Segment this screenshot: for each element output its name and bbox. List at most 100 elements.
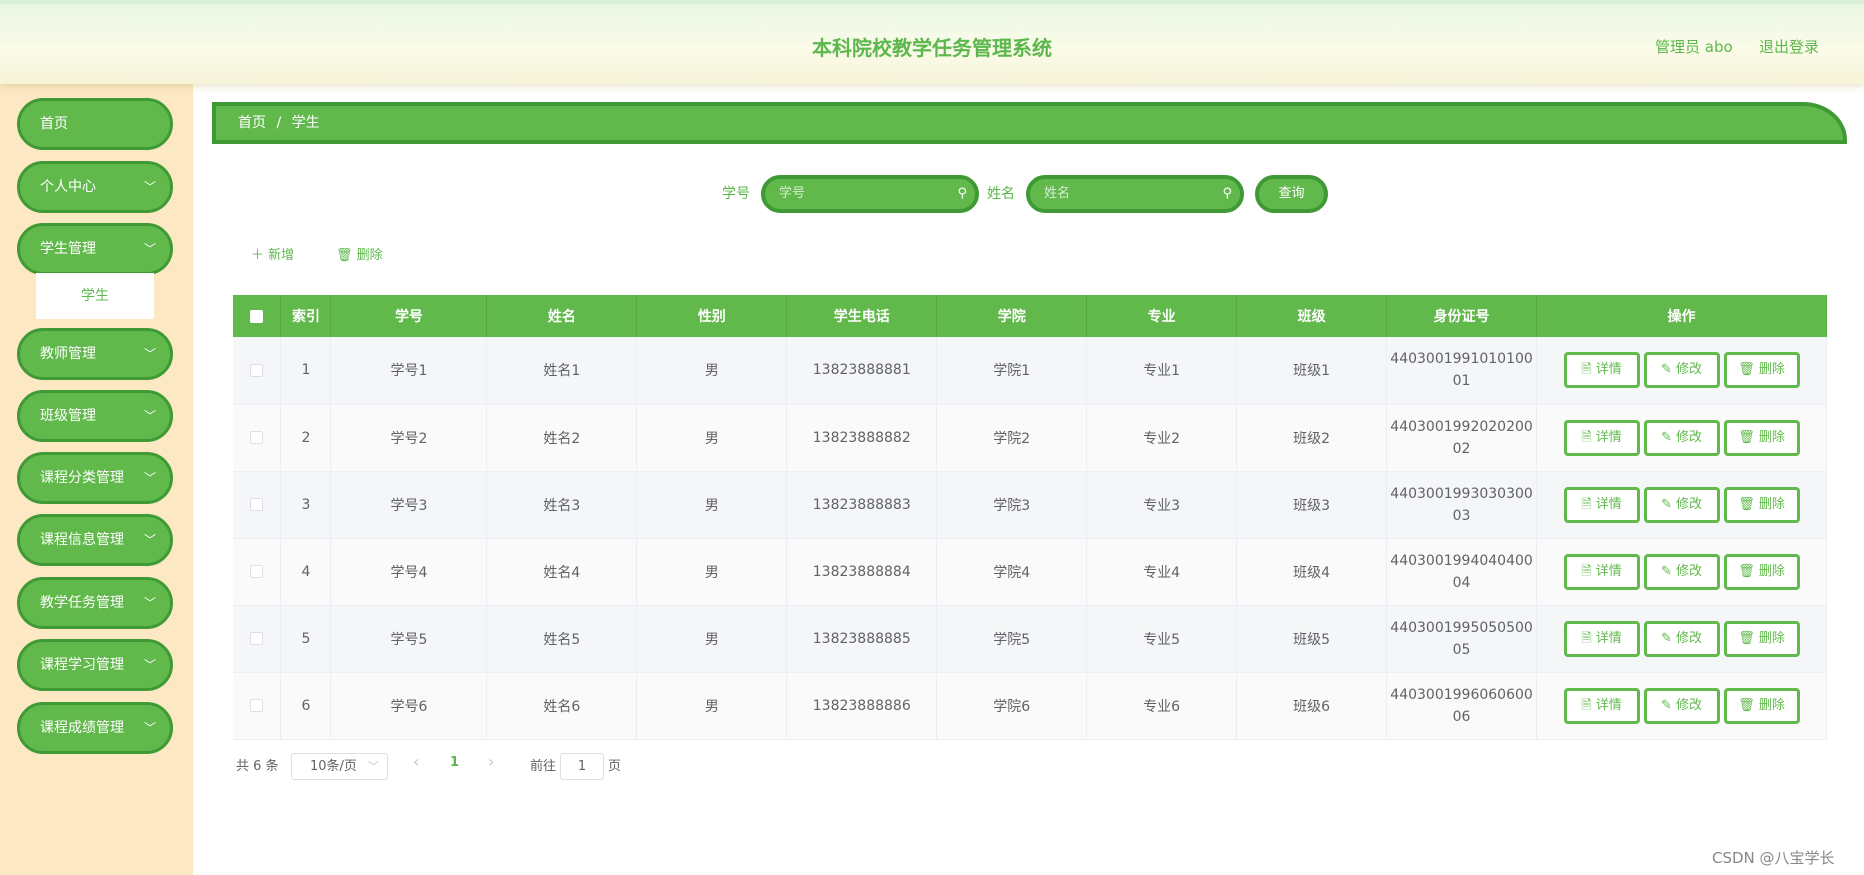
delete-button[interactable]: 🗑 删除 bbox=[1723, 687, 1800, 724]
delete-button[interactable]: 🗑 删除 bbox=[1723, 553, 1800, 590]
search-icon: ⚲ bbox=[1222, 186, 1232, 201]
next-page-button[interactable]: › bbox=[488, 752, 494, 771]
student-id-input[interactable]: 学号 ⚲ bbox=[761, 175, 979, 213]
detail-button[interactable]: 🗎 详情 bbox=[1563, 419, 1640, 456]
chevron-down-icon: ﹀ bbox=[368, 760, 379, 773]
cell-index: 2 bbox=[280, 404, 332, 472]
goto-page-input[interactable]: 1 bbox=[560, 753, 604, 780]
breadcrumb: 首页 / 学生 bbox=[212, 102, 1847, 144]
sidebar-item-label: 首页 bbox=[40, 116, 68, 132]
sidebar-item-student-management[interactable]: 学生管理 ﹀ bbox=[17, 223, 173, 275]
name-input[interactable]: 姓名 ⚲ bbox=[1026, 175, 1244, 213]
edit-button[interactable]: ✎ 修改 bbox=[1643, 687, 1720, 724]
goto-label: 前往 bbox=[530, 759, 557, 774]
prev-page-button[interactable]: ‹ bbox=[413, 752, 419, 771]
id-number-part1: 4403001996060600 bbox=[1390, 686, 1533, 703]
cell-major: 专业6 bbox=[1086, 672, 1238, 740]
row-checkbox[interactable] bbox=[250, 363, 264, 377]
sidebar-item-personal-center[interactable]: 个人中心 ﹀ bbox=[17, 161, 173, 213]
detail-button[interactable]: 🗎 详情 bbox=[1563, 486, 1640, 523]
cell-college: 学院1 bbox=[936, 337, 1088, 405]
column-header: 姓名 bbox=[486, 295, 638, 337]
column-header: 专业 bbox=[1086, 295, 1238, 337]
row-select-cell[interactable] bbox=[233, 471, 282, 539]
detail-button[interactable]: 🗎 详情 bbox=[1563, 553, 1640, 590]
chevron-down-icon: ﹀ bbox=[143, 242, 156, 256]
id-number-part1: 4403001992020200 bbox=[1390, 418, 1533, 435]
total-count: 共 6 条 bbox=[236, 759, 279, 774]
sidebar-item-course-info-management[interactable]: 课程信息管理 ﹀ bbox=[17, 514, 173, 566]
sidebar-item-home[interactable]: 首页 bbox=[17, 98, 173, 150]
select-all-cell[interactable] bbox=[233, 295, 282, 337]
row-select-cell[interactable] bbox=[233, 605, 282, 673]
sidebar-subitem-student[interactable]: 学生 bbox=[36, 273, 154, 319]
detail-button[interactable]: 🗎 详情 bbox=[1563, 352, 1640, 389]
breadcrumb-home[interactable]: 首页 bbox=[238, 115, 266, 131]
detail-button[interactable]: 🗎 详情 bbox=[1563, 620, 1640, 657]
id-number-part1: 4403001995050500 bbox=[1390, 619, 1533, 636]
cell-actions: 🗎 详情 ✎ 修改 🗑 删除 bbox=[1536, 672, 1827, 740]
sidebar-item-teacher-management[interactable]: 教师管理 ﹀ bbox=[17, 328, 173, 380]
edit-button[interactable]: ✎ 修改 bbox=[1643, 620, 1720, 657]
row-checkbox[interactable] bbox=[250, 498, 264, 511]
row-checkbox[interactable] bbox=[250, 431, 264, 444]
id-number-part2: 03 bbox=[1452, 507, 1471, 524]
cell-major: 专业2 bbox=[1086, 404, 1238, 472]
sidebar-item-course-study-management[interactable]: 课程学习管理 ﹀ bbox=[17, 639, 173, 691]
row-checkbox[interactable] bbox=[250, 565, 264, 578]
cell-phone: 13823888884 bbox=[786, 538, 938, 606]
cell-college: 学院2 bbox=[936, 404, 1088, 472]
column-header: 性别 bbox=[636, 295, 788, 337]
table-header-row: 索引 学号 姓名 性别 学生电话 学院 专业 班级 身份证号 操作 bbox=[233, 295, 1827, 337]
cell-id-number: 4403001993030300 03 bbox=[1386, 471, 1538, 539]
sidebar-item-teaching-task-management[interactable]: 教学任务管理 ﹀ bbox=[17, 577, 173, 629]
cell-class: 班级6 bbox=[1236, 672, 1388, 740]
page-size-select[interactable]: 10条/页 ﹀ bbox=[291, 753, 388, 780]
sidebar-item-label: 课程信息管理 bbox=[40, 532, 124, 548]
row-checkbox[interactable] bbox=[250, 632, 264, 645]
sidebar-item-course-grade-management[interactable]: 课程成绩管理 ﹀ bbox=[17, 702, 173, 754]
cell-id-number: 4403001995050500 05 bbox=[1386, 605, 1538, 673]
sidebar-item-label: 学生管理 bbox=[40, 241, 96, 257]
cell-index: 5 bbox=[280, 605, 332, 673]
edit-button[interactable]: ✎ 修改 bbox=[1643, 553, 1720, 590]
cell-index: 3 bbox=[280, 471, 332, 539]
chevron-down-icon: ﹀ bbox=[143, 471, 156, 485]
cell-class: 班级5 bbox=[1236, 605, 1388, 673]
delete-button[interactable]: 🗑 删除 bbox=[1723, 419, 1800, 456]
cell-actions: 🗎 详情 ✎ 修改 🗑 删除 bbox=[1536, 404, 1827, 472]
add-button[interactable]: ＋ 新增 bbox=[251, 244, 294, 263]
row-select-cell[interactable] bbox=[233, 337, 282, 405]
id-number-part2: 04 bbox=[1452, 574, 1471, 591]
sidebar-item-label: 课程学习管理 bbox=[40, 657, 124, 673]
row-select-cell[interactable] bbox=[233, 672, 282, 740]
edit-button[interactable]: ✎ 修改 bbox=[1643, 419, 1720, 456]
edit-button[interactable]: ✎ 修改 bbox=[1643, 486, 1720, 523]
delete-button[interactable]: 🗑 删除 bbox=[1723, 486, 1800, 523]
row-checkbox[interactable] bbox=[250, 699, 264, 712]
cell-college: 学院5 bbox=[936, 605, 1088, 673]
cell-index: 1 bbox=[280, 337, 332, 405]
select-all-checkbox[interactable] bbox=[250, 309, 264, 323]
row-select-cell[interactable] bbox=[233, 404, 282, 472]
cell-student-id: 学号3 bbox=[330, 471, 488, 539]
edit-button[interactable]: ✎ 修改 bbox=[1643, 352, 1720, 389]
column-header: 学号 bbox=[330, 295, 488, 337]
sidebar-item-course-category-management[interactable]: 课程分类管理 ﹀ bbox=[17, 452, 173, 504]
chevron-down-icon: ﹀ bbox=[143, 658, 156, 672]
cell-student-id: 学号1 bbox=[330, 337, 488, 405]
delete-button[interactable]: 🗑 删除 bbox=[1723, 352, 1800, 389]
sidebar-item-class-management[interactable]: 班级管理 ﹀ bbox=[17, 390, 173, 442]
chevron-down-icon: ﹀ bbox=[143, 533, 156, 547]
detail-button[interactable]: 🗎 详情 bbox=[1563, 687, 1640, 724]
logout-link[interactable]: 退出登录 bbox=[1759, 36, 1819, 57]
name-placeholder: 姓名 bbox=[1044, 186, 1071, 201]
cell-id-number: 4403001992020200 02 bbox=[1386, 404, 1538, 472]
row-select-cell[interactable] bbox=[233, 538, 282, 606]
current-page-number[interactable]: 1 bbox=[450, 755, 459, 770]
delete-button[interactable]: 🗑 删除 bbox=[1723, 620, 1800, 657]
breadcrumb-separator: / bbox=[276, 115, 282, 131]
query-button[interactable]: 查询 bbox=[1255, 175, 1328, 213]
sidebar: 首页 个人中心 ﹀ 学生管理 ﹀ 学生 教师管理 ﹀ 班级管理 ﹀ 课程分类管理… bbox=[0, 84, 193, 875]
bulk-delete-button[interactable]: 🗑 删除 bbox=[336, 244, 383, 263]
